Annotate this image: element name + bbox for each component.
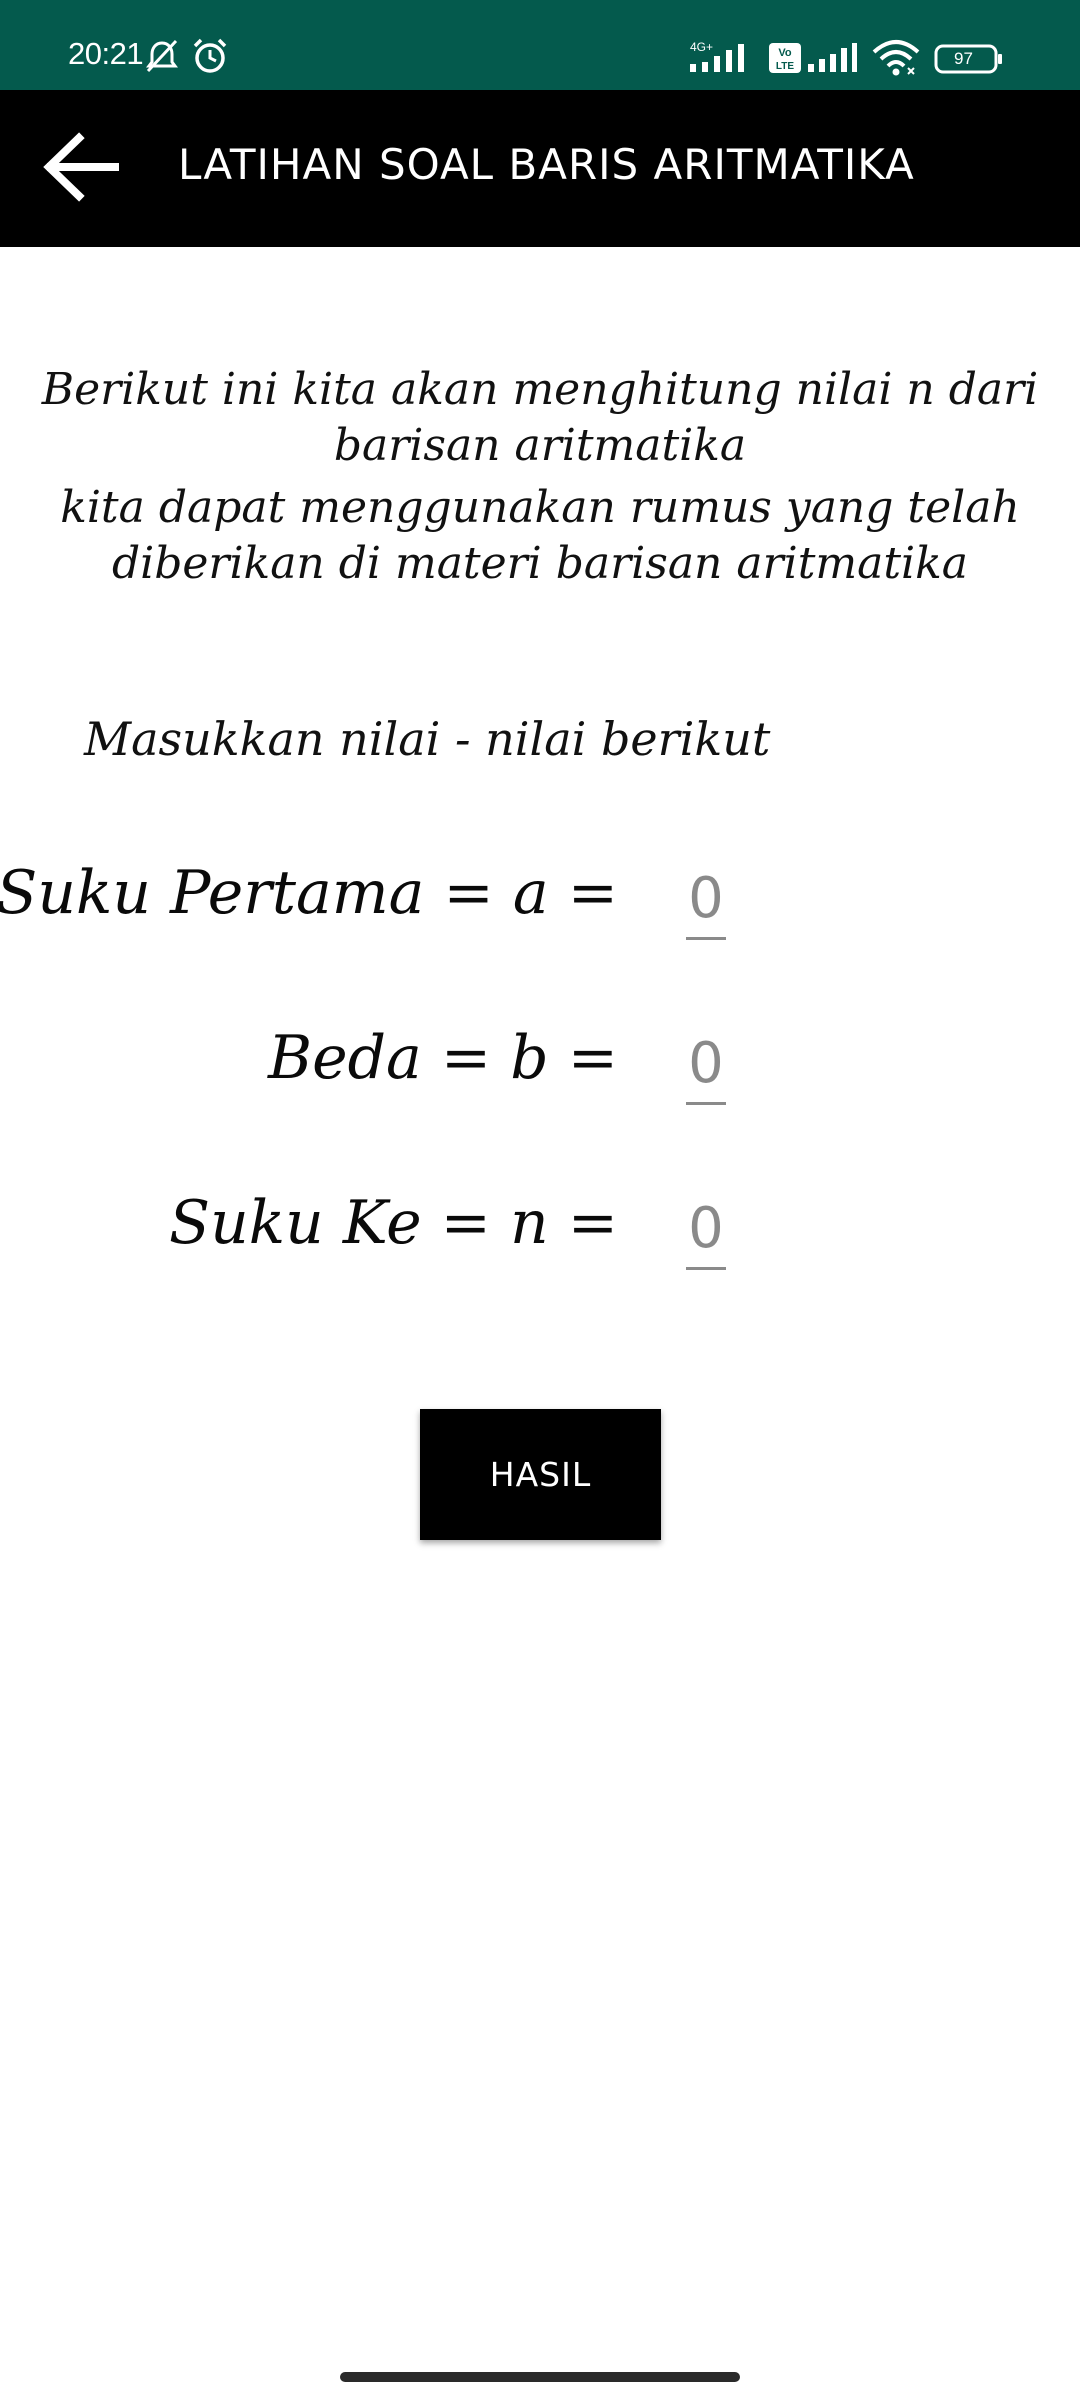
status-time: 20:21 xyxy=(68,36,144,71)
back-button[interactable] xyxy=(38,126,124,212)
volte-icon: Vo LTE xyxy=(768,42,802,78)
signal-icon xyxy=(808,42,858,78)
wifi-icon xyxy=(870,38,922,80)
intro-paragraph: Berikut ini kita akan menghitung nilai n… xyxy=(41,364,1039,471)
status-bar: 20:21 4G+ Vo LTE 97 xyxy=(0,0,1080,90)
arrow-left-icon xyxy=(43,132,119,206)
app-bar: LATIHAN SOAL BARIS ARITMATIKA xyxy=(0,90,1080,247)
page-title: LATIHAN SOAL BARIS ARITMATIKA xyxy=(178,140,915,189)
term-number-input[interactable] xyxy=(686,1190,726,1270)
first-term-label: Suku Pertama = a = xyxy=(0,858,618,928)
hasil-button[interactable]: HASIL xyxy=(420,1409,661,1540)
bell-off-icon xyxy=(144,38,180,78)
screen: 20:21 4G+ Vo LTE 97 LATIHAN SOAL BARIS A… xyxy=(0,0,1080,2400)
input-prompt: Masukkan nilai - nilai berikut xyxy=(84,712,771,766)
svg-text:LTE: LTE xyxy=(776,61,794,72)
battery-level: 97 xyxy=(954,49,973,68)
difference-label: Beda = b = xyxy=(268,1023,618,1093)
first-term-input[interactable] xyxy=(686,860,726,940)
home-indicator[interactable] xyxy=(340,2372,740,2382)
difference-input[interactable] xyxy=(686,1025,726,1105)
signal-icon xyxy=(690,40,756,80)
intro-paragraph: kita dapat menggunakan rumus yang telah … xyxy=(60,482,1020,589)
alarm-icon xyxy=(190,36,230,80)
intro-text: Berikut ini kita akan menghitung nilai n… xyxy=(40,362,1040,592)
svg-text:Vo: Vo xyxy=(778,47,792,59)
term-number-label: Suku Ke = n = xyxy=(169,1188,618,1258)
